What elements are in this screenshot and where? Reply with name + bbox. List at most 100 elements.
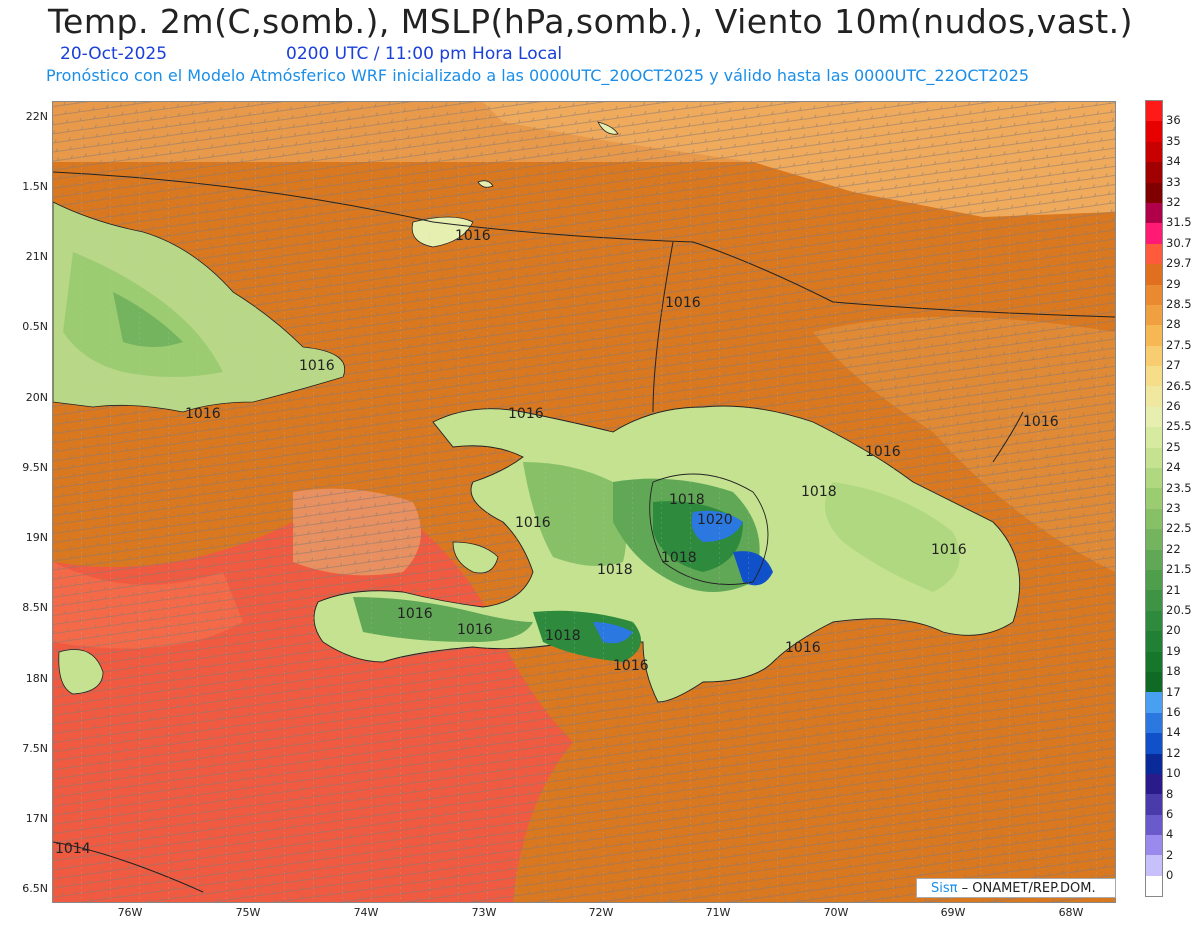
colorbar-label: 34 <box>1166 154 1181 169</box>
colorbar-label: 21 <box>1166 582 1181 597</box>
colorbar-label: 14 <box>1166 725 1181 740</box>
colorbar-swatch <box>1146 855 1162 876</box>
colorbar-swatch <box>1146 264 1162 285</box>
colorbar-swatch <box>1146 651 1162 672</box>
weather-map: 1016 1016 1016 1016 1016 1016 1018 1020 … <box>52 101 1116 903</box>
colorbar-swatch <box>1146 753 1162 774</box>
isobar-label: 1016 <box>613 658 649 674</box>
isobar-label: 1016 <box>508 406 544 422</box>
colorbar-label: 2 <box>1166 847 1174 862</box>
isobar-label: 1016 <box>455 228 491 244</box>
colorbar-label: 20 <box>1166 623 1181 638</box>
colorbar-label: 21.5 <box>1166 562 1192 577</box>
credit-text: – ONAMET/REP.DOM. <box>957 881 1096 896</box>
lat-label: 17N <box>25 812 48 825</box>
isobar-label: 1020 <box>697 512 733 528</box>
colorbar-swatch <box>1146 447 1162 469</box>
lon-label: 74W <box>353 906 379 919</box>
lon-label: 73W <box>471 906 497 919</box>
colorbar-swatch <box>1146 202 1162 224</box>
lat-label: 20N <box>25 391 48 404</box>
colorbar-swatch <box>1146 508 1162 530</box>
colorbar-label: 31.5 <box>1166 215 1192 230</box>
colorbar-label: 22 <box>1166 541 1181 556</box>
colorbar-label: 17 <box>1166 684 1181 699</box>
lon-label: 71W <box>705 906 731 919</box>
colorbar-swatch <box>1146 243 1162 265</box>
colorbar-swatch <box>1146 223 1162 244</box>
isobar-label: 1018 <box>661 550 697 566</box>
colorbar-swatch <box>1146 101 1162 122</box>
colorbar-label: 25 <box>1166 439 1181 454</box>
lat-label: 21N <box>25 250 48 263</box>
colorbar-label: 33 <box>1166 174 1181 189</box>
colorbar-label: 22.5 <box>1166 521 1192 536</box>
colorbar-label: 23 <box>1166 501 1181 515</box>
colorbar-label: 0 <box>1166 868 1174 883</box>
colorbar-label: 25.5 <box>1166 419 1192 434</box>
colorbar-swatch <box>1146 773 1162 795</box>
forecast-date: 20-Oct-2025 <box>60 44 168 64</box>
colorbar-label: 8 <box>1166 786 1174 801</box>
colorbar-label: 30.7 <box>1166 235 1192 250</box>
isobar-label: 1016 <box>457 622 493 638</box>
colorbar-label: 36 <box>1166 113 1181 128</box>
colorbar-label: 29 <box>1166 276 1181 291</box>
lon-label: 76W <box>117 906 143 919</box>
lat-label: 6.5N <box>22 882 48 895</box>
lat-label: 1.5N <box>22 180 48 193</box>
colorbar-label: 18 <box>1166 664 1181 679</box>
forecast-time: 0200 UTC / 11:00 pm Hora Local <box>286 44 563 64</box>
colorbar-label: 29.7 <box>1166 256 1192 271</box>
colorbar-swatch <box>1146 304 1162 326</box>
colorbar-swatch <box>1146 141 1162 163</box>
colorbar-label: 4 <box>1166 827 1174 842</box>
colorbar-swatch <box>1146 590 1162 611</box>
colorbar-swatch <box>1146 569 1162 591</box>
colorbar-swatch <box>1146 121 1162 142</box>
colorbar-swatch <box>1146 549 1162 570</box>
colorbar-swatch <box>1146 529 1162 550</box>
lat-label: 9.5N <box>22 461 48 474</box>
colorbar-label: 27 <box>1166 358 1181 373</box>
lon-label: 69W <box>940 906 966 919</box>
colorbar-label: 35 <box>1166 133 1181 148</box>
lat-label: 18N <box>25 672 48 685</box>
colorbar-label: 23.5 <box>1166 480 1192 495</box>
isobar-label: 1014 <box>55 841 91 857</box>
colorbar-swatch <box>1146 671 1162 693</box>
isobar-label: 1016 <box>665 295 701 311</box>
colorbar-label: 6 <box>1166 807 1174 821</box>
isobar-label: 1016 <box>299 358 335 374</box>
map-canvas: 1016 1016 1016 1016 1016 1016 1018 1020 … <box>53 102 1115 902</box>
isobar-label: 1016 <box>185 406 221 422</box>
sispi-logo-text: Sisπ <box>931 881 958 896</box>
colorbar-label: 28.5 <box>1166 297 1192 311</box>
credit-badge: Sisπ – ONAMET/REP.DOM. <box>916 878 1116 898</box>
colorbar-swatch <box>1146 692 1162 713</box>
colorbar-swatch <box>1146 835 1162 856</box>
isobar-label: 1016 <box>1023 414 1059 430</box>
colorbar-label: 26.5 <box>1166 378 1192 393</box>
lat-label: 0.5N <box>22 320 48 333</box>
colorbar-label: 28 <box>1166 317 1181 332</box>
lon-label: 75W <box>235 906 261 919</box>
isobar-label: 1016 <box>865 444 901 460</box>
lon-label: 70W <box>823 906 849 919</box>
colorbar-swatch <box>1146 162 1162 183</box>
colorbar-label: 16 <box>1166 705 1181 719</box>
colorbar-swatch <box>1146 427 1162 448</box>
isobar-label: 1016 <box>785 640 821 656</box>
isobar-label: 1018 <box>545 628 581 644</box>
colorbar-swatch <box>1146 814 1162 836</box>
colorbar-label: 24 <box>1166 460 1181 475</box>
model-description: Pronóstico con el Modelo Atmósferico WRF… <box>46 66 1030 85</box>
colorbar-swatch <box>1146 284 1162 305</box>
colorbar-swatch <box>1146 325 1162 346</box>
map-title: Temp. 2m(C,somb.), MSLP(hPa,somb.), Vien… <box>48 2 1134 41</box>
colorbar-swatch <box>1146 610 1162 632</box>
colorbar-label: 12 <box>1166 745 1181 760</box>
lon-label: 72W <box>588 906 614 919</box>
lat-label: 19N <box>25 531 48 544</box>
lat-label: 8.5N <box>22 601 48 614</box>
